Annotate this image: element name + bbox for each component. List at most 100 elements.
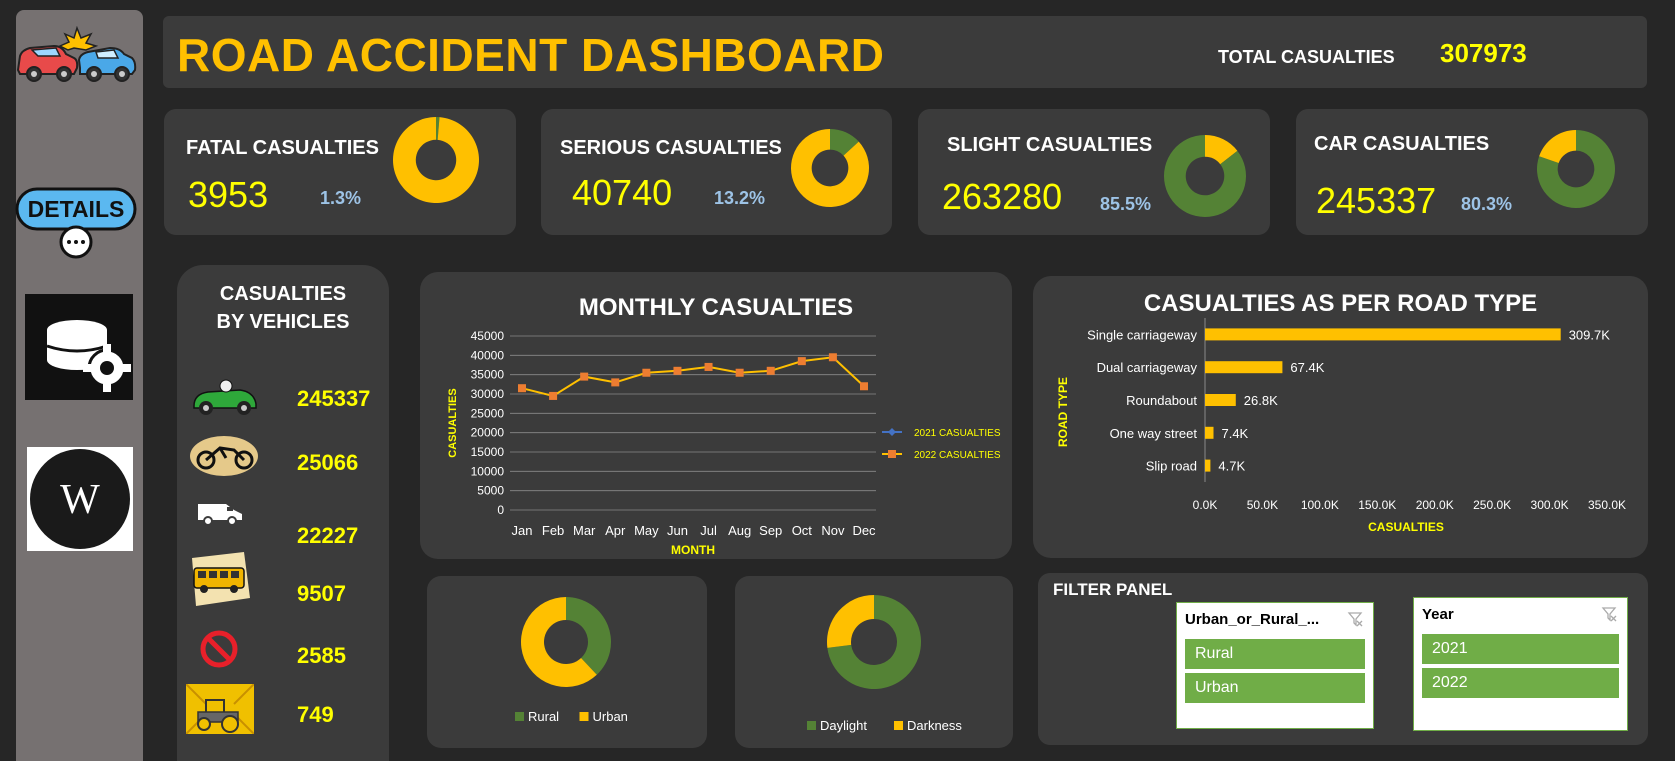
data-label: 67.4K <box>1290 360 1324 375</box>
x-tick-label: 0.0K <box>1193 498 1218 512</box>
data-label: 26.8K <box>1244 393 1278 408</box>
slicer-item-rural[interactable]: Rural <box>1185 639 1365 669</box>
van-icon <box>198 504 242 526</box>
road-type-bar-chart: Single carriageway 309.7K Dual carriageway… <box>1056 318 1626 534</box>
x-tick-label: Jun <box>667 523 688 538</box>
x-tick-label: Nov <box>821 523 845 538</box>
data-point <box>828 353 837 362</box>
monthly-line-chart: 0 5000 10000 15000 20000 25000 30000 35000 40000… <box>447 329 1001 557</box>
legend-swatch <box>807 721 816 730</box>
kpi-label: CAR CASUALTIES <box>1314 133 1490 155</box>
y-tick-label: 40000 <box>471 348 505 362</box>
y-tick-label: 15000 <box>471 445 505 459</box>
legend-marker <box>888 450 896 458</box>
vehicles-title-line2: BY VEHICLES <box>216 311 350 333</box>
vehicle-value-bus: 9507 <box>297 581 346 606</box>
kpi-donut-slice <box>1539 130 1576 164</box>
x-axis-label: MONTH <box>671 543 715 557</box>
car-crash-logo-icon <box>16 26 137 82</box>
vehicle-value-other: 2585 <box>297 643 346 668</box>
details-button[interactable]: DETAILS <box>14 186 140 260</box>
y-tick-label: 5000 <box>477 484 504 498</box>
y-tick-label: 35000 <box>471 368 505 382</box>
vehicles-title: CASUALTIES BY VEHICLES <box>177 280 389 336</box>
legend-label: Urban <box>593 709 628 724</box>
wiki-icon: W <box>60 477 100 523</box>
legend-swatch <box>515 712 524 721</box>
page-title: ROAD ACCIDENT DASHBOARD <box>177 29 885 81</box>
kpi-value: 40740 <box>572 172 673 213</box>
x-tick-label: Aug <box>728 523 751 538</box>
kpi-donut-slice <box>393 117 479 203</box>
data-label: 309.7K <box>1569 327 1611 342</box>
data-point <box>860 382 868 391</box>
x-tick-label: 100.0K <box>1301 498 1339 512</box>
x-tick-label: Feb <box>542 523 564 538</box>
x-tick-label: 350.0K <box>1588 498 1626 512</box>
data-point <box>673 366 682 375</box>
kpi-donut-car <box>1537 130 1615 208</box>
kpi-donut-slight <box>1164 135 1246 217</box>
data-point <box>580 372 589 381</box>
y-tick-label: 30000 <box>471 387 505 401</box>
x-tick-label: May <box>634 523 659 538</box>
kpi-donut-fatal <box>393 117 479 203</box>
legend-label: Darkness <box>907 718 962 733</box>
details-label: DETAILS <box>28 196 125 222</box>
kpi-label: FATAL CASUALTIES <box>186 137 379 159</box>
y-tick-label: 0 <box>497 503 504 517</box>
category-label: Roundabout <box>1126 393 1197 408</box>
kpi-label: SLIGHT CASUALTIES <box>947 134 1153 156</box>
vehicle-value-motorcycle: 25066 <box>297 450 359 475</box>
legend-label: Daylight <box>820 718 867 733</box>
light-conditions-donut-chart: Daylight Darkness <box>807 595 962 733</box>
slicer-item-2021[interactable]: 2021 <box>1422 634 1619 664</box>
y-tick-label: 45000 <box>471 329 505 343</box>
kpi-pct: 1.3% <box>320 188 362 208</box>
motorcycle-icon <box>190 436 258 476</box>
legend-marker <box>888 428 896 436</box>
database-settings-button[interactable] <box>25 294 133 400</box>
legend-swatch <box>579 712 589 721</box>
data-point <box>766 366 775 375</box>
kpi-label: SERIOUS CASUALTIES <box>560 137 782 159</box>
donut-slice <box>827 595 874 648</box>
bar <box>1205 328 1561 341</box>
x-tick-label: Mar <box>573 523 596 538</box>
data-point <box>549 391 558 400</box>
kpi-pct: 80.3% <box>1461 194 1513 214</box>
kpi-pct: 85.5% <box>1100 194 1152 214</box>
kpi-donut-serious <box>791 129 869 207</box>
vehicle-value-agricultural: 749 <box>297 702 334 727</box>
bar <box>1205 361 1283 374</box>
x-tick-label: 300.0K <box>1531 498 1569 512</box>
category-label: Slip road <box>1146 459 1197 474</box>
data-point <box>704 362 713 371</box>
x-tick-label: Dec <box>852 523 876 538</box>
y-tick-label: 10000 <box>471 464 505 478</box>
clear-filter-icon[interactable] <box>1601 606 1617 622</box>
clear-filter-icon[interactable] <box>1347 611 1363 627</box>
no-entry-icon <box>200 630 238 668</box>
y-tick-label: 25000 <box>471 406 505 420</box>
bar <box>1205 459 1211 472</box>
legend-label: 2022 CASUALTIES <box>914 450 1001 461</box>
bus-icon <box>192 552 250 606</box>
urban-rural-donut-chart: Rural Urban <box>515 597 628 724</box>
wiki-button[interactable]: W <box>27 447 133 551</box>
y-axis-label: ROAD TYPE <box>1056 377 1070 447</box>
slicer-item-2022[interactable]: 2022 <box>1422 668 1619 698</box>
x-tick-label: 150.0K <box>1358 498 1396 512</box>
slicer-item-urban[interactable]: Urban <box>1185 673 1365 703</box>
x-tick-label: Sep <box>759 523 782 538</box>
kpi-value: 3953 <box>188 174 269 215</box>
kpi-pct: 13.2% <box>714 188 766 208</box>
y-axis-label: CASUALTIES <box>447 388 459 457</box>
data-label: 4.7K <box>1218 459 1245 474</box>
area-slicer-title: Urban_or_Rural_... <box>1185 611 1320 628</box>
total-casualties-value: 307973 <box>1440 38 1527 68</box>
car-icon <box>193 379 257 415</box>
category-label: One way street <box>1110 426 1198 441</box>
year-slicer-title: Year <box>1422 606 1454 623</box>
vehicles-title-line1: CASUALTIES <box>219 283 347 305</box>
